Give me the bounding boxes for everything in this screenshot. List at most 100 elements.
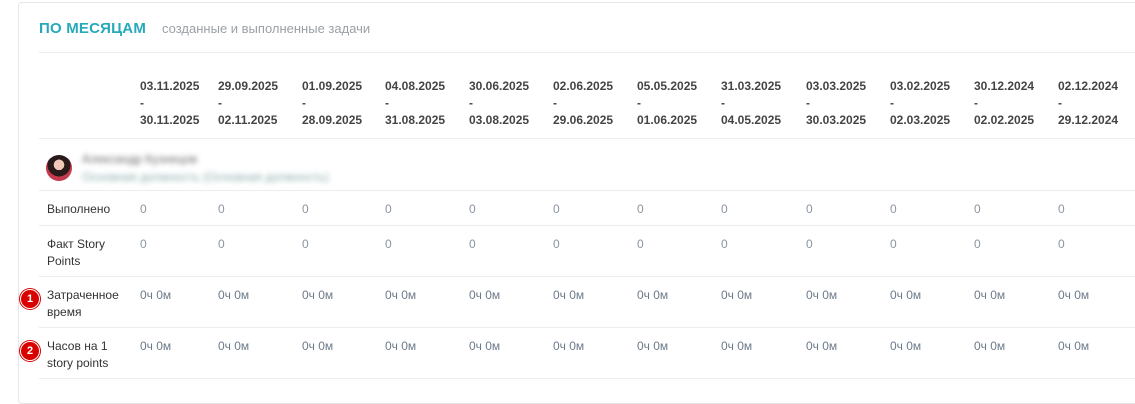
table-cell: 0: [974, 237, 981, 251]
table-cell: 0: [218, 237, 225, 251]
table-cell: 0ч 0м: [721, 339, 753, 353]
row-label-line: story points: [47, 356, 109, 370]
table-cell: 0: [1058, 202, 1065, 216]
table-cell: 0ч 0м: [806, 339, 838, 353]
row-divider: [39, 138, 1135, 139]
annotation-marker-1: 1: [20, 289, 40, 309]
row-label-line: Points: [47, 254, 81, 268]
column-header-sep: -: [806, 96, 810, 110]
column-header-end: 02.02.2025: [974, 113, 1035, 127]
table-cell: 0ч 0м: [890, 339, 922, 353]
table-cell: 0: [721, 202, 728, 216]
column-header-sep: -: [302, 96, 306, 110]
column-header-start: 04.08.2025: [385, 79, 446, 93]
row-label: Выполнено: [47, 201, 110, 218]
table-cell: 0ч 0м: [553, 288, 585, 302]
row-divider: [39, 327, 1135, 328]
column-header-sep: -: [721, 96, 725, 110]
row-label: Часов на 1 story points: [47, 338, 108, 372]
table-cell: 0: [890, 237, 897, 251]
column-header-start: 30.06.2025: [469, 79, 530, 93]
row-label: Факт Story Points: [47, 236, 105, 270]
column-header-start: 03.11.2025: [140, 79, 200, 93]
column-header-sep: -: [385, 96, 389, 110]
table-cell: 0: [553, 202, 560, 216]
column-header-end: 01.06.2025: [637, 113, 698, 127]
column-header-sep: -: [1058, 96, 1062, 110]
column-header-period: 03.11.2025 - 30.11.2025: [140, 78, 199, 129]
table-cell: 0: [218, 202, 225, 216]
column-header-end: 02.11.2025: [218, 113, 278, 127]
column-header-end: 29.12.2024: [1058, 113, 1119, 127]
table-cell: 0: [385, 237, 392, 251]
table-cell: 0ч 0м: [140, 288, 172, 302]
column-header-end: 29.06.2025: [553, 113, 614, 127]
table-cell: 0ч 0м: [553, 339, 585, 353]
column-header-period: 30.06.2025 - 03.08.2025: [469, 78, 529, 129]
table-cell: 0ч 0м: [218, 339, 250, 353]
column-header-period: 03.02.2025 - 02.03.2025: [890, 78, 950, 129]
user-row: Александр Кузнецов Основная должность (О…: [46, 152, 329, 184]
column-header-end: 03.08.2025: [469, 113, 530, 127]
column-header-start: 05.05.2025: [637, 79, 698, 93]
column-header-period: 02.12.2024 - 29.12.2024: [1058, 78, 1118, 129]
column-header-sep: -: [469, 96, 473, 110]
table-cell: 0ч 0м: [890, 288, 922, 302]
column-header-start: 29.09.2025: [218, 79, 279, 93]
row-label-line: Выполнено: [47, 202, 111, 216]
annotation-marker-2: 2: [20, 341, 40, 361]
table-cell: 0: [721, 237, 728, 251]
row-divider: [39, 225, 1135, 226]
table-cell: 0ч 0м: [302, 339, 334, 353]
column-header-end: 30.03.2025: [806, 113, 867, 127]
table-cell: 0: [385, 202, 392, 216]
table-cell: 0: [806, 237, 813, 251]
column-header-start: 02.06.2025: [553, 79, 614, 93]
column-header-end: 31.08.2025: [385, 113, 446, 127]
column-header-sep: -: [890, 96, 894, 110]
column-header-period: 29.09.2025 - 02.11.2025: [218, 78, 278, 129]
row-label-line: Затраченное: [47, 288, 119, 302]
user-description: Основная должность (Основная должность): [82, 170, 329, 184]
table-cell: 0ч 0м: [302, 288, 334, 302]
table-cell: 0ч 0м: [1058, 339, 1090, 353]
column-header-sep: -: [974, 96, 978, 110]
table-cell: 0: [140, 202, 147, 216]
row-label-line: Факт Story: [47, 237, 106, 251]
column-header-end: 04.05.2025: [721, 113, 782, 127]
section-title: ПО МЕСЯЦАМ: [39, 20, 147, 37]
row-label: Затраченное время: [47, 287, 119, 321]
avatar: [46, 155, 72, 181]
table-cell: 0: [1058, 237, 1065, 251]
row-label-line: время: [47, 305, 82, 319]
table-cell: 0ч 0м: [974, 288, 1006, 302]
table-cell: 0: [637, 202, 644, 216]
column-header-period: 31.03.2025 - 04.05.2025: [721, 78, 781, 129]
table-cell: 0ч 0м: [469, 339, 501, 353]
table-cell: 0: [302, 202, 309, 216]
section-header: ПО МЕСЯЦАМ созданные и выполненные задач…: [39, 20, 370, 48]
column-header-sep: -: [637, 96, 641, 110]
column-header-start: 01.09.2025: [302, 79, 363, 93]
column-header-start: 03.02.2025: [890, 79, 951, 93]
row-divider: [39, 190, 1135, 191]
column-header-period: 01.09.2025 - 28.09.2025: [302, 78, 362, 129]
column-header-start: 30.12.2024: [974, 79, 1035, 93]
section-subtitle: созданные и выполненные задачи: [162, 21, 371, 36]
table-cell: 0ч 0м: [1058, 288, 1090, 302]
table-cell: 0ч 0м: [385, 339, 417, 353]
header-divider: [39, 52, 1135, 53]
table-cell: 0: [890, 202, 897, 216]
table-cell: 0ч 0м: [469, 288, 501, 302]
column-header-start: 31.03.2025: [721, 79, 782, 93]
column-header-end: 28.09.2025: [302, 113, 363, 127]
table-cell: 0: [553, 237, 560, 251]
table-cell: 0: [302, 237, 309, 251]
table-cell: 0ч 0м: [637, 339, 669, 353]
row-label-line: Часов на 1: [47, 339, 108, 353]
table-cell: 0ч 0м: [385, 288, 417, 302]
column-header-start: 02.12.2024: [1058, 79, 1119, 93]
column-header-sep: -: [140, 96, 144, 110]
column-header-sep: -: [553, 96, 557, 110]
table-cell: 0ч 0м: [721, 288, 753, 302]
